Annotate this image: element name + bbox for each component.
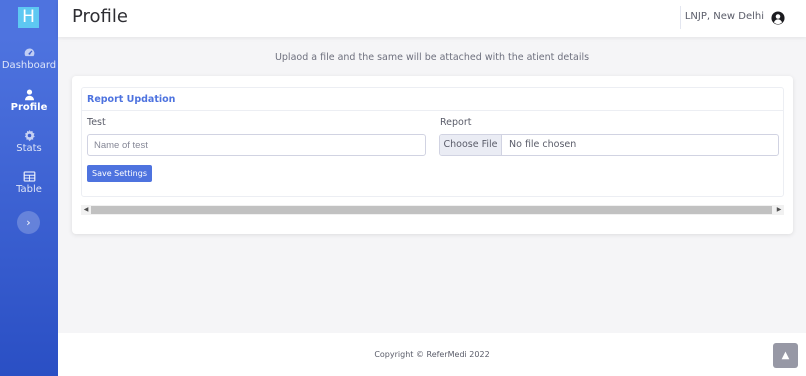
- report-card: Report Updation Test Report Choose File …: [72, 76, 793, 234]
- topbar: Profile LNJP, New Delhi: [58, 0, 806, 37]
- chevron-right-icon: ›: [26, 216, 31, 229]
- test-name-input[interactable]: [87, 134, 426, 156]
- page-title: Profile: [72, 6, 128, 27]
- user-avatar-icon[interactable]: [771, 10, 785, 25]
- sidebar-item-label: Table: [16, 184, 42, 195]
- copyright-text: Copyright © ReferMedi 2022: [374, 350, 490, 359]
- table-icon: [0, 168, 58, 182]
- user-icon: [0, 86, 58, 101]
- sidebar-item-profile[interactable]: Profile: [0, 86, 58, 114]
- brand-logo[interactable]: H: [18, 7, 39, 28]
- test-label: Test: [87, 117, 106, 128]
- gear-icon: [0, 127, 58, 142]
- card-header: Report Updation: [82, 88, 783, 111]
- footer: Copyright © ReferMedi 2022: [58, 333, 806, 376]
- topbar-divider: [680, 6, 681, 29]
- tachometer-icon: [0, 44, 58, 58]
- sidebar-item-label: Stats: [16, 143, 42, 154]
- page-subtitle: Uplaod a file and the same will be attac…: [274, 52, 590, 63]
- report-form: Report Updation Test Report Choose File …: [81, 87, 784, 197]
- horizontal-scrollbar[interactable]: ◀ ▶: [81, 205, 784, 215]
- sidebar-toggle-button[interactable]: ›: [17, 211, 40, 234]
- scroll-left-icon[interactable]: ◀: [81, 205, 91, 215]
- scroll-to-top-button[interactable]: ▲: [773, 343, 798, 368]
- sidebar-item-label: Dashboard: [1, 60, 57, 71]
- save-settings-button[interactable]: Save Settings: [87, 165, 152, 182]
- scrollbar-thumb[interactable]: [91, 206, 772, 214]
- report-file-input[interactable]: Choose File No file chosen: [439, 134, 779, 156]
- file-status: No file chosen: [509, 139, 577, 150]
- sidebar-item-table[interactable]: Table: [0, 168, 58, 196]
- user-name[interactable]: LNJP, New Delhi: [685, 11, 764, 22]
- sidebar: H Dashboard Profile Stats Table ›: [0, 0, 58, 376]
- sidebar-item-label: Profile: [10, 102, 48, 113]
- sidebar-item-dashboard[interactable]: Dashboard: [0, 44, 58, 72]
- scroll-right-icon[interactable]: ▶: [774, 205, 784, 215]
- report-label: Report: [440, 117, 472, 128]
- chevron-up-icon: ▲: [781, 350, 790, 361]
- choose-file-button[interactable]: Choose File: [440, 135, 502, 155]
- sidebar-item-stats[interactable]: Stats: [0, 127, 58, 155]
